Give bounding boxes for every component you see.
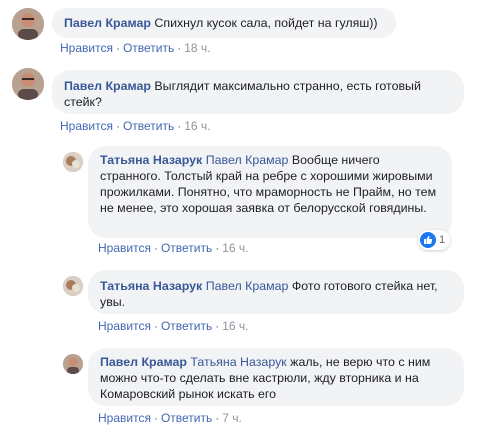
avatar-pavel[interactable] [12,68,44,100]
avatar-pavel[interactable] [12,8,44,40]
comment-actions: Нравится · Ответить · 16 ч. [60,119,211,133]
comment-bubble: Татьяна Назарук Павел Крамар Вообще ниче… [88,146,452,238]
comment-actions: Нравится · Ответить · 18 ч. [60,41,211,55]
timestamp[interactable]: 16 ч. [222,241,248,255]
comment-author[interactable]: Павел Крамар [64,79,151,93]
reply-button[interactable]: Ответить [161,241,212,255]
avatar-tatyana[interactable] [63,276,83,296]
comment-bubble: Павел Крамар Спихнул кусок сала, пойдет … [52,8,396,38]
mention-link[interactable]: Павел Крамар [206,279,289,293]
reaction-count[interactable]: 1 [418,230,451,250]
avatar-pavel[interactable] [63,354,83,374]
timestamp[interactable]: 16 ч. [222,319,248,333]
comment-author[interactable]: Павел Крамар [100,355,187,369]
timestamp[interactable]: 16 ч. [184,119,210,133]
comment-actions: Нравится · Ответить · 16 ч. [98,241,249,255]
comment-bubble: Татьяна Назарук Павел Крамар Фото готово… [88,270,464,314]
comment-author[interactable]: Татьяна Назарук [100,279,202,293]
comment-text: Спихнул кусок сала, пойдет на гуляш)) [154,16,378,30]
comment-bubble: Павел Крамар Выглядит максимально странн… [52,70,464,114]
comment-bubble: Павел Крамар Татьяна Назарук жаль, не ве… [88,348,464,406]
like-button[interactable]: Нравится [60,41,113,55]
comment-author[interactable]: Павел Крамар [64,16,151,30]
mention-link[interactable]: Татьяна Назарук [190,355,286,369]
reply-button[interactable]: Ответить [123,119,174,133]
like-button[interactable]: Нравится [98,319,151,333]
reply-button[interactable]: Ответить [123,41,174,55]
reply-button[interactable]: Ответить [161,319,212,333]
timestamp[interactable]: 7 ч. [222,411,242,425]
thumbs-up-icon [420,232,436,248]
like-button[interactable]: Нравится [60,119,113,133]
like-button[interactable]: Нравится [98,411,151,425]
avatar-tatyana[interactable] [63,152,83,172]
comment-author[interactable]: Татьяна Назарук [100,153,202,167]
like-button[interactable]: Нравится [98,241,151,255]
reply-button[interactable]: Ответить [161,411,212,425]
timestamp[interactable]: 18 ч. [184,41,210,55]
comment-actions: Нравится · Ответить · 16 ч. [98,319,249,333]
mention-link[interactable]: Павел Крамар [206,153,289,167]
comment-actions: Нравится · Ответить · 7 ч. [98,411,242,425]
reaction-number: 1 [439,234,446,246]
